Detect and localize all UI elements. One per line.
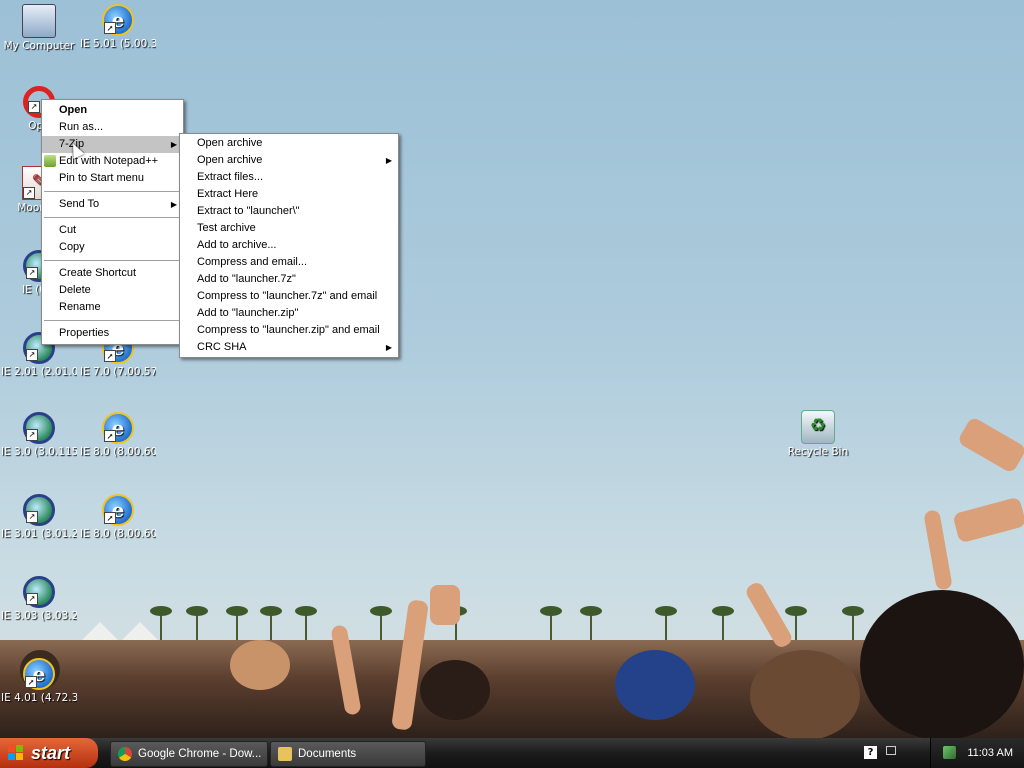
internet-explorer-icon: e ↗ — [102, 494, 134, 526]
submenu-item-compress-email[interactable]: Compress and email... — [180, 254, 398, 271]
shortcut-arrow-icon: ↗ — [25, 676, 37, 688]
shortcut-arrow-icon: ↗ — [104, 350, 116, 362]
shortcut-arrow-icon: ↗ — [104, 430, 116, 442]
submenu-item-extract-here[interactable]: Extract Here — [180, 186, 398, 203]
internet-explorer-icon: e ↗ — [23, 658, 55, 690]
desktop-icon-my-computer[interactable]: My Computer — [1, 4, 77, 52]
system-tray: 11:03 AM — [930, 738, 1024, 768]
menu-item-open[interactable]: Open — [42, 102, 183, 119]
folder-icon — [278, 747, 292, 761]
submenu-item-crc-sha[interactable]: CRC SHA ▶ — [180, 339, 398, 356]
menu-item-cut[interactable]: Cut — [42, 222, 183, 239]
icon-label: IE 7.0 (7.00.5730.13) — [80, 366, 156, 378]
desktop-icon-ie-8-0-b[interactable]: e↗ IE 8.0 (8.00.6001.... — [80, 494, 156, 540]
icon-label: IE 3.01 (3.01.2723) — [1, 528, 77, 540]
submenu-arrow-icon: ▶ — [170, 200, 177, 209]
icon-label: IE 8.0 (8.00.6001.... — [80, 446, 156, 458]
windows-logo-icon — [8, 745, 24, 761]
shortcut-arrow-icon: ↗ — [26, 429, 38, 441]
desktop-icon-ie-5-01[interactable]: e↗ IE 5.01 (5.00.3314.... — [80, 4, 156, 50]
ie-magnifier-icon: ↗ — [23, 576, 55, 608]
desktop[interactable]: My Computer e↗ IE 5.01 (5.00.3314.... ↗ … — [0, 0, 1024, 738]
ie-magnifier-icon: ↗ — [23, 494, 55, 526]
network-icon[interactable] — [943, 746, 956, 759]
submenu-item-extract-to[interactable]: Extract to "launcher\" — [180, 203, 398, 220]
desktop-icon-ie-3-01[interactable]: ↗ IE 3.01 (3.01.2723) — [1, 494, 77, 540]
start-label: start — [31, 743, 71, 763]
menu-item-delete[interactable]: Delete — [42, 282, 183, 299]
desktop-icon-ie-3-03[interactable]: ↗ IE 3.03 (3.03.2925) — [1, 576, 77, 622]
internet-explorer-icon: e ↗ — [102, 412, 134, 444]
submenu-item-add-to-archive[interactable]: Add to archive... — [180, 237, 398, 254]
icon-label: IE 3.03 (3.03.2925) — [1, 610, 77, 622]
chrome-icon — [118, 747, 132, 761]
clock: 11:03 AM — [967, 747, 1013, 759]
shortcut-arrow-icon: ↗ — [26, 593, 38, 605]
menu-item-copy[interactable]: Copy — [42, 239, 183, 256]
menu-item-run-as[interactable]: Run as... — [42, 119, 183, 136]
shortcut-arrow-icon: ↗ — [23, 187, 35, 199]
submenu-arrow-icon: ▶ — [385, 343, 392, 352]
computer-icon — [22, 4, 56, 38]
taskbar: start Google Chrome - Dow... Documents ?… — [0, 738, 1024, 768]
shortcut-arrow-icon: ↗ — [26, 511, 38, 523]
shortcut-arrow-icon: ↗ — [26, 267, 38, 279]
shortcut-arrow-icon: ↗ — [28, 101, 40, 113]
notepad-plus-plus-icon — [44, 155, 56, 167]
submenu-7zip: Open archive Open archive ▶ Extract files… — [179, 133, 399, 358]
submenu-item-add-zip[interactable]: Add to "launcher.zip" — [180, 305, 398, 322]
submenu-item-compress-7z-email[interactable]: Compress to "launcher.7z" and email — [180, 288, 398, 305]
icon-label: IE 2.01 (2.01.046) — [1, 366, 77, 378]
menu-item-rename[interactable]: Rename — [42, 299, 183, 316]
submenu-item-open-archive[interactable]: Open archive — [180, 135, 398, 152]
icon-label: IE 8.0 (8.00.6001.... — [80, 528, 156, 540]
shortcut-arrow-icon: ↗ — [26, 349, 38, 361]
wallpaper-crowd — [0, 590, 1024, 738]
submenu-item-extract-files[interactable]: Extract files... — [180, 169, 398, 186]
menu-item-create-shortcut[interactable]: Create Shortcut — [42, 265, 183, 282]
context-menu: Open Run as... 7-Zip ▶ Edit with Notepad+… — [41, 99, 184, 345]
recycle-bin-icon: ♻ — [801, 410, 835, 444]
shortcut-arrow-icon: ↗ — [104, 512, 116, 524]
menu-item-pin-start[interactable]: Pin to Start menu — [42, 170, 183, 187]
submenu-item-test-archive[interactable]: Test archive — [180, 220, 398, 237]
menu-separator — [44, 320, 181, 321]
menu-separator — [44, 260, 181, 261]
submenu-item-add-7z[interactable]: Add to "launcher.7z" — [180, 271, 398, 288]
submenu-arrow-icon: ▶ — [385, 156, 392, 165]
ie-magnifier-icon: ↗ — [23, 412, 55, 444]
menu-separator — [44, 191, 181, 192]
menu-item-send-to[interactable]: Send To ▶ — [42, 196, 183, 213]
menu-item-properties[interactable]: Properties — [42, 325, 183, 342]
icon-label: Recycle Bin — [787, 446, 849, 458]
menu-item-edit-notepad[interactable]: Edit with Notepad++ — [42, 153, 183, 170]
menu-item-7zip[interactable]: 7-Zip ▶ — [42, 136, 183, 153]
restore-icon[interactable] — [886, 746, 896, 755]
icon-label: My Computer — [3, 40, 75, 52]
submenu-item-open-archive-more[interactable]: Open archive ▶ — [180, 152, 398, 169]
menu-separator — [44, 217, 181, 218]
icon-label: IE 4.01 (4.72.3110.0) — [1, 692, 77, 704]
taskbar-button-chrome[interactable]: Google Chrome - Dow... — [110, 741, 268, 767]
shortcut-arrow-icon: ↗ — [104, 22, 116, 34]
desktop-icon-ie-4-01[interactable]: e↗ IE 4.01 (4.72.3110.0) — [1, 658, 77, 704]
submenu-item-compress-zip-email[interactable]: Compress to "launcher.zip" and email — [180, 322, 398, 339]
icon-label: IE 5.01 (5.00.3314.... — [80, 38, 156, 50]
internet-explorer-icon: e ↗ — [102, 4, 134, 36]
taskbar-button-documents[interactable]: Documents — [270, 741, 426, 767]
desktop-icon-ie-8-0[interactable]: e↗ IE 8.0 (8.00.6001.... — [80, 412, 156, 458]
desktop-icon-ie-3-0[interactable]: ↗ IE 3.0 (3.0.1152) — [1, 412, 77, 458]
submenu-arrow-icon: ▶ — [170, 140, 177, 149]
icon-label: IE 3.0 (3.0.1152) — [1, 446, 77, 458]
desktop-icon-recycle-bin[interactable]: ♻ Recycle Bin — [780, 410, 856, 458]
start-button[interactable]: start — [0, 738, 98, 768]
help-icon[interactable]: ? — [864, 746, 877, 759]
